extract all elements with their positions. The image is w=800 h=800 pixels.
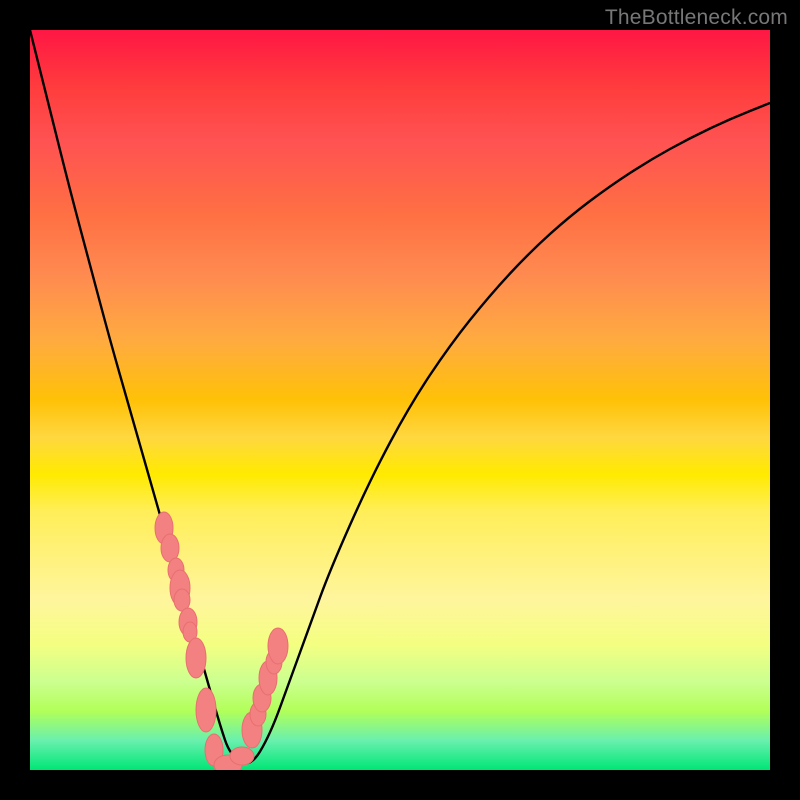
highlight-marker	[230, 747, 254, 765]
bottleneck-curve-svg	[30, 30, 770, 770]
highlight-marker	[196, 688, 216, 732]
plot-area	[30, 30, 770, 770]
highlight-marker	[186, 638, 206, 678]
bottleneck-curve-path	[30, 30, 770, 763]
watermark-text: TheBottleneck.com	[605, 6, 788, 30]
chart-frame: TheBottleneck.com	[0, 0, 800, 800]
highlight-marker	[268, 628, 288, 664]
